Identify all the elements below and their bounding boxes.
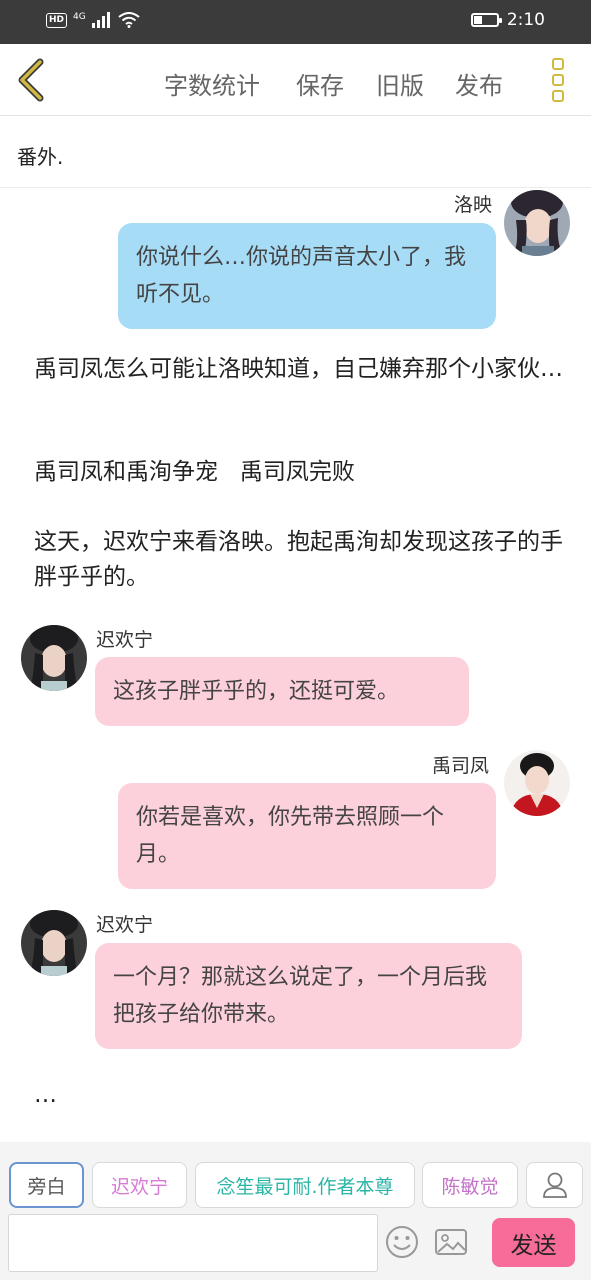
status-left: HD 4G [46, 12, 140, 28]
avatar[interactable] [21, 625, 87, 691]
chapter-title: 番外. [17, 145, 64, 169]
add-role-button[interactable] [526, 1162, 583, 1208]
narration-text[interactable]: 禹司凤怎么可能让洛映知道，自己嫌弃那个小家伙… [34, 352, 574, 387]
status-right: 2:10 [470, 10, 545, 30]
send-button[interactable]: 发送 [492, 1218, 575, 1267]
back-button[interactable] [12, 56, 52, 104]
message-bubble[interactable]: 这孩子胖乎乎的，还挺可爱。 [95, 657, 469, 726]
word-count-button[interactable]: 字数统计 [164, 66, 260, 101]
status-bar: HD 4G 2:10 [0, 0, 591, 44]
role-chip-label: 念笙最可耐.作者本尊 [216, 1175, 394, 1198]
publish-button[interactable]: 发布 [455, 66, 503, 101]
avatar[interactable] [21, 910, 87, 976]
wifi-icon [118, 12, 140, 28]
message-bubble[interactable]: 一个月？那就这么说定了，一个月后我把孩子给你带来。 [95, 943, 522, 1049]
image-icon [435, 1229, 467, 1255]
status-time: 2:10 [506, 10, 545, 30]
role-chip-label: 迟欢宁 [110, 1175, 168, 1198]
compose-bar: 旁白 迟欢宁 念笙最可耐.作者本尊 陈敏觉 发送 [0, 1142, 591, 1280]
speaker-name: 禹司凤 [432, 755, 490, 777]
role-chip-label: 陈敏觉 [441, 1175, 499, 1198]
network-type: 4G [73, 12, 86, 22]
speaker-name: 迟欢宁 [96, 629, 154, 651]
role-chip-chenminjue[interactable]: 陈敏觉 [422, 1162, 518, 1208]
role-chip-author[interactable]: 念笙最可耐.作者本尊 [195, 1162, 415, 1208]
chapter-title-row[interactable]: 番外. [0, 117, 591, 188]
role-chip-chihuanning[interactable]: 迟欢宁 [92, 1162, 187, 1208]
signal-icon [91, 12, 110, 28]
hd-icon: HD [46, 12, 68, 28]
battery-icon [470, 13, 502, 27]
emoji-button[interactable] [384, 1224, 420, 1260]
more-vertical-icon[interactable] [544, 56, 572, 104]
narration-text[interactable]: 这天，迟欢宁来看洛映。抱起禹洵却发现这孩子的手胖乎乎的。 [34, 525, 574, 595]
role-chip-label: 旁白 [27, 1175, 66, 1198]
narration-text[interactable]: 禹司凤和禹洵争宠 禹司凤完败 [34, 455, 574, 490]
speaker-name: 洛映 [454, 194, 493, 216]
image-button[interactable] [434, 1224, 470, 1260]
message-input[interactable] [8, 1214, 378, 1272]
narration-text[interactable]: … [34, 1078, 574, 1113]
message-bubble[interactable]: 你若是喜欢，你先带去照顾一个月。 [118, 783, 496, 889]
message-bubble[interactable]: 你说什么…你说的声音太小了，我听不见。 [118, 223, 496, 329]
save-button[interactable]: 保存 [296, 66, 344, 101]
emoji-icon [386, 1226, 418, 1258]
speaker-name: 迟欢宁 [96, 914, 154, 936]
avatar[interactable] [504, 750, 570, 816]
old-version-button[interactable]: 旧版 [376, 66, 424, 101]
chevron-left-icon [18, 58, 44, 102]
role-chip-narrator[interactable]: 旁白 [9, 1162, 84, 1208]
editor-toolbar: 字数统计 保存 旧版 发布 [0, 44, 591, 116]
person-icon [542, 1172, 567, 1198]
avatar[interactable] [504, 190, 570, 256]
